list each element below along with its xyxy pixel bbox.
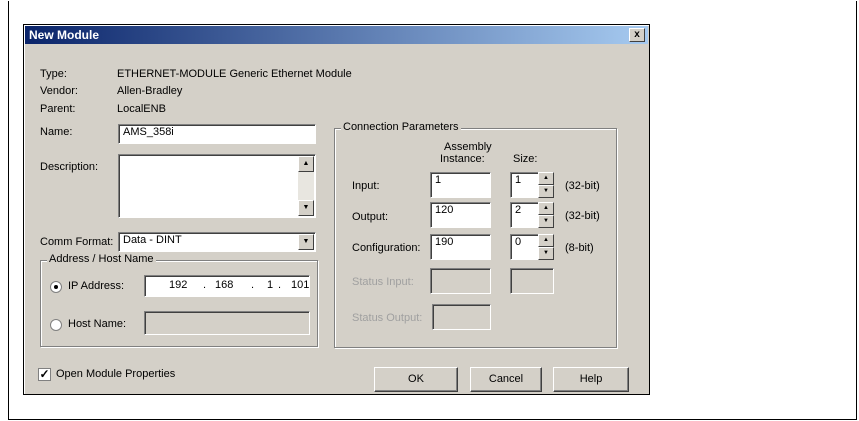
ip-address-label: IP Address: <box>68 280 125 292</box>
ok-button[interactable]: OK <box>374 367 458 392</box>
ip-octet: 168 <box>215 279 234 291</box>
help-button[interactable]: Help <box>553 367 629 392</box>
description-scrollbar[interactable]: ▲ ▼ <box>298 156 314 216</box>
spin-down-icon[interactable]: ▼ <box>538 247 554 260</box>
output-size-spinner[interactable]: ▲ ▼ <box>538 202 554 228</box>
comm-format-label: Comm Format: <box>40 236 114 248</box>
scroll-down-icon[interactable]: ▼ <box>298 200 314 216</box>
input-instance-field[interactable]: 1 <box>430 172 491 198</box>
spin-down-icon[interactable]: ▼ <box>538 185 554 198</box>
ip-address-input[interactable]: 192 . 168 . 1 . 101 <box>144 275 310 297</box>
host-name-input[interactable] <box>144 311 310 335</box>
parent-label: Parent: <box>40 103 76 115</box>
open-module-properties-label: Open Module Properties <box>56 368 176 380</box>
spin-up-icon[interactable]: ▲ <box>538 172 554 185</box>
instance-header: Instance: <box>440 153 485 165</box>
spin-down-icon[interactable]: ▼ <box>538 215 554 228</box>
input-size-spinner[interactable]: ▲ ▼ <box>538 172 554 198</box>
status-output-field <box>432 304 491 330</box>
ip-octet: 1 <box>267 279 274 291</box>
close-button[interactable]: x <box>629 28 645 42</box>
dialog-title: New Module <box>29 28 100 42</box>
connection-group-title: Connection Parameters <box>341 121 461 133</box>
comm-format-select[interactable]: Data - DINT <box>118 232 316 252</box>
address-group-title: Address / Host Name <box>47 253 156 265</box>
description-label: Description: <box>40 161 99 173</box>
open-module-properties-checkbox[interactable]: ✓ <box>38 368 51 381</box>
output-label: Output: <box>352 211 389 223</box>
ip-dot: . <box>203 279 207 291</box>
status-output-label: Status Output: <box>352 312 423 324</box>
status-input-size-field <box>510 268 554 294</box>
ip-octet: 101 <box>291 279 310 291</box>
type-label: Type: <box>40 68 67 80</box>
scroll-up-icon[interactable]: ▲ <box>298 156 314 172</box>
configuration-instance-field[interactable]: 190 <box>430 234 491 260</box>
output-instance-field[interactable]: 120 <box>430 202 491 228</box>
chevron-down-icon[interactable]: ▼ <box>298 234 314 250</box>
status-input-label: Status Input: <box>352 276 414 288</box>
input-unit: (32-bit) <box>565 180 600 192</box>
type-value: ETHERNET-MODULE Generic Ethernet Module <box>117 68 352 80</box>
input-label: Input: <box>352 180 380 192</box>
ip-dot: . <box>251 279 255 291</box>
title-bar[interactable]: New Module x <box>25 26 648 44</box>
configuration-unit: (8-bit) <box>565 242 594 254</box>
ip-octet: 192 <box>169 279 188 291</box>
vendor-label: Vendor: <box>40 85 78 97</box>
spin-up-icon[interactable]: ▲ <box>538 202 554 215</box>
configuration-label: Configuration: <box>352 242 421 254</box>
ip-address-radio[interactable] <box>50 281 62 293</box>
host-name-label: Host Name: <box>68 318 127 330</box>
spin-up-icon[interactable]: ▲ <box>538 234 554 247</box>
output-unit: (32-bit) <box>565 210 600 222</box>
name-label: Name: <box>40 126 73 138</box>
assembly-header: Assembly <box>444 141 492 153</box>
size-header: Size: <box>513 153 538 165</box>
comm-format-value: Data - DINT <box>123 234 182 246</box>
parent-value: LocalENB <box>117 103 166 115</box>
status-input-field <box>430 268 491 294</box>
close-icon: x <box>634 29 640 40</box>
vendor-value: Allen-Bradley <box>117 85 183 97</box>
ip-dot: . <box>278 279 282 291</box>
new-module-dialog: New Module x Type: ETHERNET-MODULE Gener… <box>23 24 650 395</box>
host-name-radio[interactable] <box>50 319 62 331</box>
name-input[interactable]: AMS_358i <box>118 124 316 144</box>
cancel-button[interactable]: Cancel <box>470 367 542 392</box>
description-textarea[interactable] <box>118 154 316 218</box>
configuration-size-spinner[interactable]: ▲ ▼ <box>538 234 554 260</box>
